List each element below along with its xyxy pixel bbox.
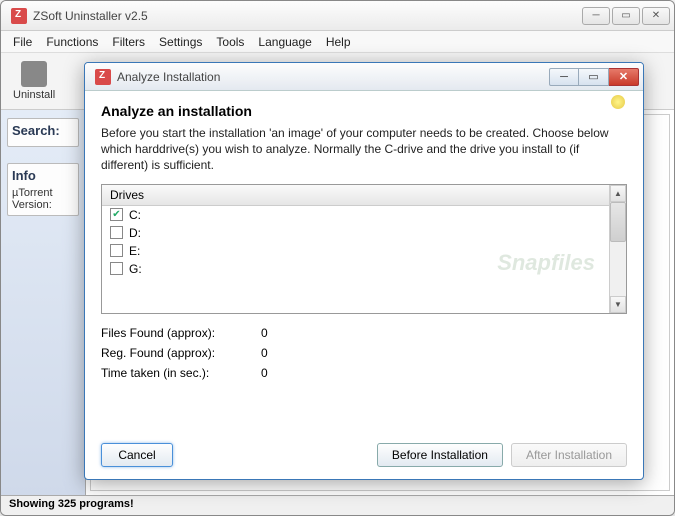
dialog-heading: Analyze an installation	[101, 103, 627, 119]
dialog-titlebar[interactable]: Analyze Installation ─ ▭ ✕	[85, 63, 643, 91]
dialog-maximize-button[interactable]: ▭	[579, 68, 609, 86]
menu-settings[interactable]: Settings	[153, 33, 208, 51]
after-installation-button: After Installation	[511, 443, 627, 467]
info-line2: Version:	[12, 199, 74, 211]
dialog-description: Before you start the installation 'an im…	[101, 125, 627, 174]
drives-scrollbar[interactable]: ▲ ▼	[609, 185, 626, 313]
drive-label: D:	[129, 226, 141, 240]
drive-row[interactable]: G:	[102, 260, 609, 278]
search-block: Search:	[7, 118, 79, 147]
files-found-value: 0	[261, 326, 268, 340]
left-panel: Search: Info µTorrent Version:	[1, 110, 86, 495]
menu-tools[interactable]: Tools	[210, 33, 250, 51]
statusbar: Showing 325 programs!	[1, 495, 674, 515]
dialog-body: Analyze an installation Before you start…	[85, 91, 643, 479]
close-button[interactable]: ✕	[642, 7, 670, 25]
time-taken-label: Time taken (in sec.):	[101, 366, 261, 380]
scroll-up-icon[interactable]: ▲	[610, 185, 626, 202]
analyze-dialog: Analyze Installation ─ ▭ ✕ Analyze an in…	[84, 62, 644, 480]
maximize-button[interactable]: ▭	[612, 7, 640, 25]
drive-label: G:	[129, 262, 142, 276]
dialog-app-icon	[95, 69, 111, 85]
scroll-down-icon[interactable]: ▼	[610, 296, 626, 313]
uninstall-tool-button[interactable]: Uninstall	[13, 61, 55, 101]
cancel-button[interactable]: Cancel	[101, 443, 173, 467]
drive-row[interactable]: ✔ C:	[102, 206, 609, 224]
dialog-footer: Cancel Before Installation After Install…	[101, 443, 627, 467]
menubar: File Functions Filters Settings Tools La…	[1, 31, 674, 53]
reg-found-value: 0	[261, 346, 268, 360]
drive-row[interactable]: E:	[102, 242, 609, 260]
dialog-minimize-button[interactable]: ─	[549, 68, 579, 86]
drive-label: E:	[129, 244, 140, 258]
info-block: Info µTorrent Version:	[7, 163, 79, 216]
stats: Files Found (approx): 0 Reg. Found (appr…	[101, 326, 627, 386]
main-title: ZSoft Uninstaller v2.5	[33, 9, 582, 23]
scroll-thumb[interactable]	[610, 202, 626, 242]
reg-found-label: Reg. Found (approx):	[101, 346, 261, 360]
info-head: Info	[12, 168, 74, 183]
drives-header[interactable]: Drives	[102, 185, 609, 206]
menu-help[interactable]: Help	[320, 33, 357, 51]
drive-row[interactable]: D:	[102, 224, 609, 242]
info-line1: µTorrent	[12, 187, 74, 199]
drive-checkbox[interactable]	[110, 244, 123, 257]
search-label: Search:	[12, 123, 74, 138]
uninstall-label: Uninstall	[13, 89, 55, 101]
drive-checkbox[interactable]	[110, 262, 123, 275]
menu-filters[interactable]: Filters	[106, 33, 151, 51]
drive-checkbox[interactable]	[110, 226, 123, 239]
menu-functions[interactable]: Functions	[40, 33, 104, 51]
menu-language[interactable]: Language	[252, 33, 317, 51]
time-taken-value: 0	[261, 366, 268, 380]
minimize-button[interactable]: ─	[582, 7, 610, 25]
menu-file[interactable]: File	[7, 33, 38, 51]
uninstall-icon	[21, 61, 47, 87]
drive-checkbox[interactable]: ✔	[110, 208, 123, 221]
drives-listbox: Drives ✔ C: D: E: G: ▲ ▼	[101, 184, 627, 314]
dialog-title: Analyze Installation	[117, 70, 549, 84]
status-text: Showing 325 programs!	[9, 498, 134, 510]
files-found-label: Files Found (approx):	[101, 326, 261, 340]
before-installation-button[interactable]: Before Installation	[377, 443, 503, 467]
app-icon	[11, 8, 27, 24]
lightbulb-icon	[611, 95, 625, 109]
main-titlebar[interactable]: ZSoft Uninstaller v2.5 ─ ▭ ✕	[1, 1, 674, 31]
drive-label: C:	[129, 208, 141, 222]
dialog-close-button[interactable]: ✕	[609, 68, 639, 86]
